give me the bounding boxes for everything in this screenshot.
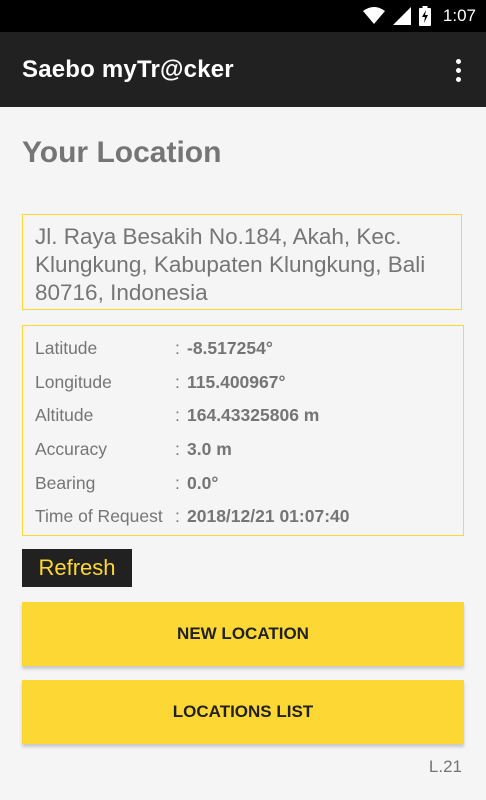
signal-icon [392,7,411,25]
status-bar: 1:07 [0,0,486,32]
bearing-label: Bearing [35,472,96,493]
separator: : [175,337,180,358]
time-of-request-label: Time of Request [35,505,163,526]
overflow-menu-icon[interactable] [444,54,472,86]
altitude-value: 164.43325806 m [187,404,320,425]
detail-row-latitude: Latitude : -8.517254° [35,335,273,361]
bearing-value: 0.0° [187,472,219,493]
new-location-button[interactable]: NEW LOCATION [22,602,464,666]
accuracy-label: Accuracy [35,438,107,459]
accuracy-value: 3.0 m [187,438,232,459]
separator: : [175,472,180,493]
separator: : [175,371,180,392]
locations-list-button[interactable]: LOCATIONS LIST [22,680,464,744]
status-icons: 1:07 [362,5,476,27]
detail-row-altitude: Altitude : 164.43325806 m [35,402,319,428]
address-box: Jl. Raya Besakih No.184, Akah, Kec. Klun… [22,214,462,310]
app-title: Saebo myTr@cker [22,56,234,83]
location-details: Latitude : -8.517254° Longitude : 115.40… [22,325,464,536]
page-title: Your Location [22,136,222,169]
address-text: Jl. Raya Besakih No.184, Akah, Kec. Klun… [35,224,426,305]
separator: : [175,505,180,526]
time-of-request-value: 2018/12/21 01:07:40 [187,505,350,526]
latitude-value: -8.517254° [187,337,273,358]
separator: : [175,438,180,459]
menu-dot [455,76,461,82]
detail-row-accuracy: Accuracy : 3.0 m [35,436,232,462]
wifi-icon [362,7,385,24]
separator: : [175,404,180,425]
menu-dot [455,67,461,73]
app-bar: Saebo myTr@cker [0,32,486,107]
longitude-value: 115.400967° [187,371,286,392]
longitude-label: Longitude [35,371,112,392]
refresh-button[interactable]: Refresh [22,549,132,587]
battery-charging-icon [418,6,431,26]
menu-dot [455,58,461,64]
status-time: 1:07 [442,6,476,25]
detail-row-longitude: Longitude : 115.400967° [35,369,286,395]
altitude-label: Altitude [35,404,94,425]
version-label: L.21 [428,757,462,776]
detail-row-bearing: Bearing : 0.0° [35,470,218,496]
latitude-label: Latitude [35,337,98,358]
detail-row-time-of-request: Time of Request : 2018/12/21 01:07:40 [35,503,350,529]
